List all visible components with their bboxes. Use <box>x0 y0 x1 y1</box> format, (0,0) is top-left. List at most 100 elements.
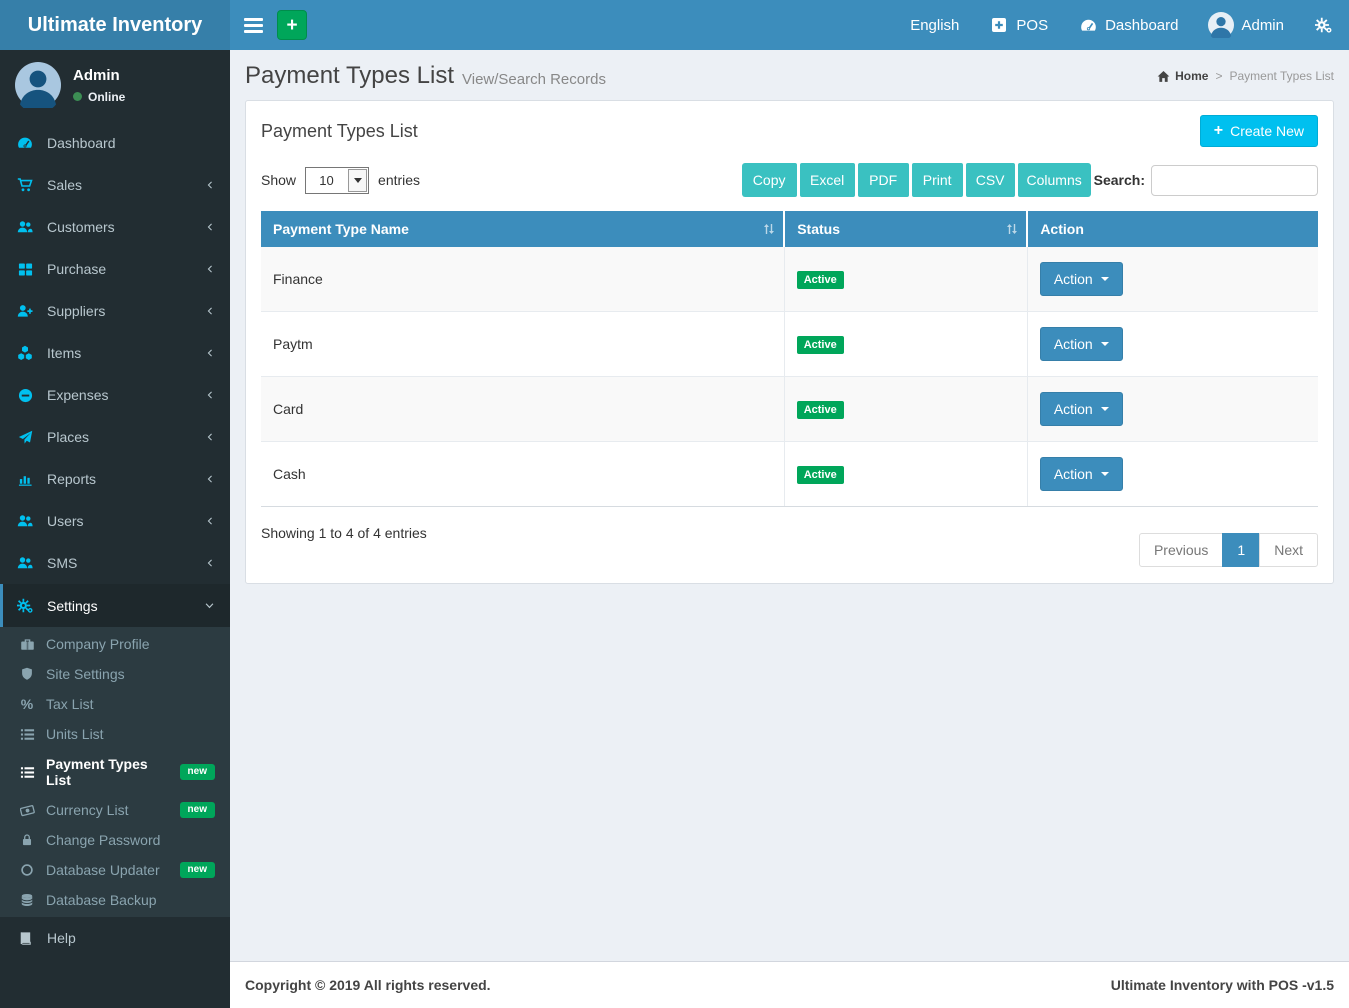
previous-page-button[interactable]: Previous <box>1139 533 1223 567</box>
gears-icon <box>15 597 35 614</box>
percent-icon: % <box>18 696 36 712</box>
avatar[interactable] <box>15 62 61 108</box>
list-icon <box>18 765 36 780</box>
next-page-button[interactable]: Next <box>1259 533 1318 567</box>
caret-down-icon <box>1101 342 1109 346</box>
create-new-button[interactable]: + Create New <box>1200 115 1318 147</box>
table-controls: Show 10 entries Copy Excel PDF Print <box>261 163 1318 197</box>
language-menu[interactable]: English <box>895 0 974 50</box>
csv-button[interactable]: CSV <box>966 163 1015 197</box>
submenu-item-units-list[interactable]: Units List <box>0 719 230 749</box>
sidebar-item-items[interactable]: Items <box>0 332 230 374</box>
submenu-item-label: Database Updater <box>46 862 160 878</box>
action-dropdown-button[interactable]: Action <box>1040 327 1123 361</box>
sidebar-item-users[interactable]: Users <box>0 500 230 542</box>
action-dropdown-button[interactable]: Action <box>1040 457 1123 491</box>
chevron-left-icon <box>205 222 215 232</box>
action-dropdown-button[interactable]: Action <box>1040 392 1123 426</box>
sidebar-item-sms[interactable]: SMS <box>0 542 230 584</box>
sidebar-item-settings[interactable]: Settings <box>0 584 230 627</box>
caret-down-icon <box>1101 472 1109 476</box>
user-name: Admin <box>73 67 125 84</box>
sidebar-item-label: Settings <box>47 598 98 614</box>
sidebar-item-reports[interactable]: Reports <box>0 458 230 500</box>
book-icon <box>15 931 35 946</box>
table-row: Finance Active Action <box>261 247 1318 312</box>
submenu-item-database-updater[interactable]: Database Updater new <box>0 855 230 885</box>
status-badge: Active <box>797 466 844 484</box>
users-icon <box>15 555 35 571</box>
pos-link[interactable]: POS <box>974 0 1063 50</box>
copy-button[interactable]: Copy <box>742 163 797 197</box>
navbar-right: English POS Dashboard Admin <box>895 0 1349 50</box>
user-menu[interactable]: Admin <box>1193 0 1299 50</box>
caret-down-icon <box>1101 277 1109 281</box>
sidebar-item-label: Help <box>47 930 76 946</box>
chevron-left-icon <box>205 474 215 484</box>
pdf-button[interactable]: PDF <box>858 163 909 197</box>
gears-icon <box>1314 16 1334 34</box>
breadcrumb-home-link[interactable]: Home <box>1157 69 1208 83</box>
circle-icon <box>18 863 36 877</box>
action-dropdown-button[interactable]: Action <box>1040 262 1123 296</box>
sidebar-user-panel: Admin Online <box>0 50 230 122</box>
sidebar-item-expenses[interactable]: Expenses <box>0 374 230 416</box>
briefcase-icon <box>18 637 36 652</box>
print-button[interactable]: Print <box>912 163 963 197</box>
online-status-dot <box>73 92 82 101</box>
submenu-item-currency-list[interactable]: Currency List new <box>0 795 230 825</box>
tachometer-icon <box>15 135 35 151</box>
new-badge: new <box>180 862 215 878</box>
quick-add-button[interactable]: + <box>277 10 307 40</box>
sidebar-item-sales[interactable]: Sales <box>0 164 230 206</box>
chevron-down-icon <box>348 169 367 192</box>
page-length-select[interactable]: 10 <box>305 167 369 194</box>
page-subtitle: View/Search Records <box>462 65 606 88</box>
payment-types-table: Payment Type Name Status Action <box>261 211 1318 507</box>
submenu-item-change-password[interactable]: Change Password <box>0 825 230 855</box>
submenu-item-payment-types-list[interactable]: Payment Types List new <box>0 749 230 795</box>
submenu-item-company-profile[interactable]: Company Profile <box>0 629 230 659</box>
column-header-payment-type-name[interactable]: Payment Type Name <box>261 211 784 247</box>
footer: Copyright © 2019 All rights reserved. Ul… <box>230 961 1349 1008</box>
chevron-down-icon <box>204 600 215 611</box>
cart-icon <box>15 177 35 193</box>
column-header-status[interactable]: Status <box>784 211 1027 247</box>
chevron-left-icon <box>205 516 215 526</box>
chevron-left-icon <box>205 306 215 316</box>
users-icon <box>15 219 35 235</box>
chevron-left-icon <box>205 432 215 442</box>
new-badge: new <box>180 764 215 780</box>
shield-icon <box>18 667 36 681</box>
sidebar-item-purchase[interactable]: Purchase <box>0 248 230 290</box>
columns-button[interactable]: Columns <box>1018 163 1091 197</box>
submenu-item-label: Company Profile <box>46 636 150 652</box>
submenu-item-tax-list[interactable]: % Tax List <box>0 689 230 719</box>
dashboard-link[interactable]: Dashboard <box>1063 0 1193 50</box>
search-input[interactable] <box>1151 165 1318 196</box>
submenu-item-site-settings[interactable]: Site Settings <box>0 659 230 689</box>
submenu-item-label: Units List <box>46 726 104 742</box>
navbar-left: + <box>230 0 307 50</box>
sidebar-item-dashboard[interactable]: Dashboard <box>0 122 230 164</box>
sidebar-item-help[interactable]: Help <box>0 917 230 959</box>
sidebar-item-label: Customers <box>47 219 115 235</box>
sidebar-toggle-button[interactable] <box>244 18 263 33</box>
sidebar-item-suppliers[interactable]: Suppliers <box>0 290 230 332</box>
settings-menu-button[interactable] <box>1299 0 1349 50</box>
online-status-label: Online <box>88 90 125 104</box>
show-label: Show <box>261 172 296 188</box>
page-1-button[interactable]: 1 <box>1222 533 1260 567</box>
page-title: Payment Types List <box>245 62 454 90</box>
excel-button[interactable]: Excel <box>800 163 855 197</box>
sidebar-item-label: Reports <box>47 471 96 487</box>
payment-type-name-cell: Finance <box>261 247 784 312</box>
tachometer-icon <box>1078 17 1098 34</box>
sidebar-item-customers[interactable]: Customers <box>0 206 230 248</box>
sidebar-item-places[interactable]: Places <box>0 416 230 458</box>
submenu-item-database-backup[interactable]: Database Backup <box>0 885 230 915</box>
submenu-item-label: Payment Types List <box>46 756 170 788</box>
status-badge: Active <box>797 336 844 354</box>
brand-logo[interactable]: Ultimate Inventory <box>0 0 230 50</box>
payment-type-name-cell: Card <box>261 377 784 442</box>
